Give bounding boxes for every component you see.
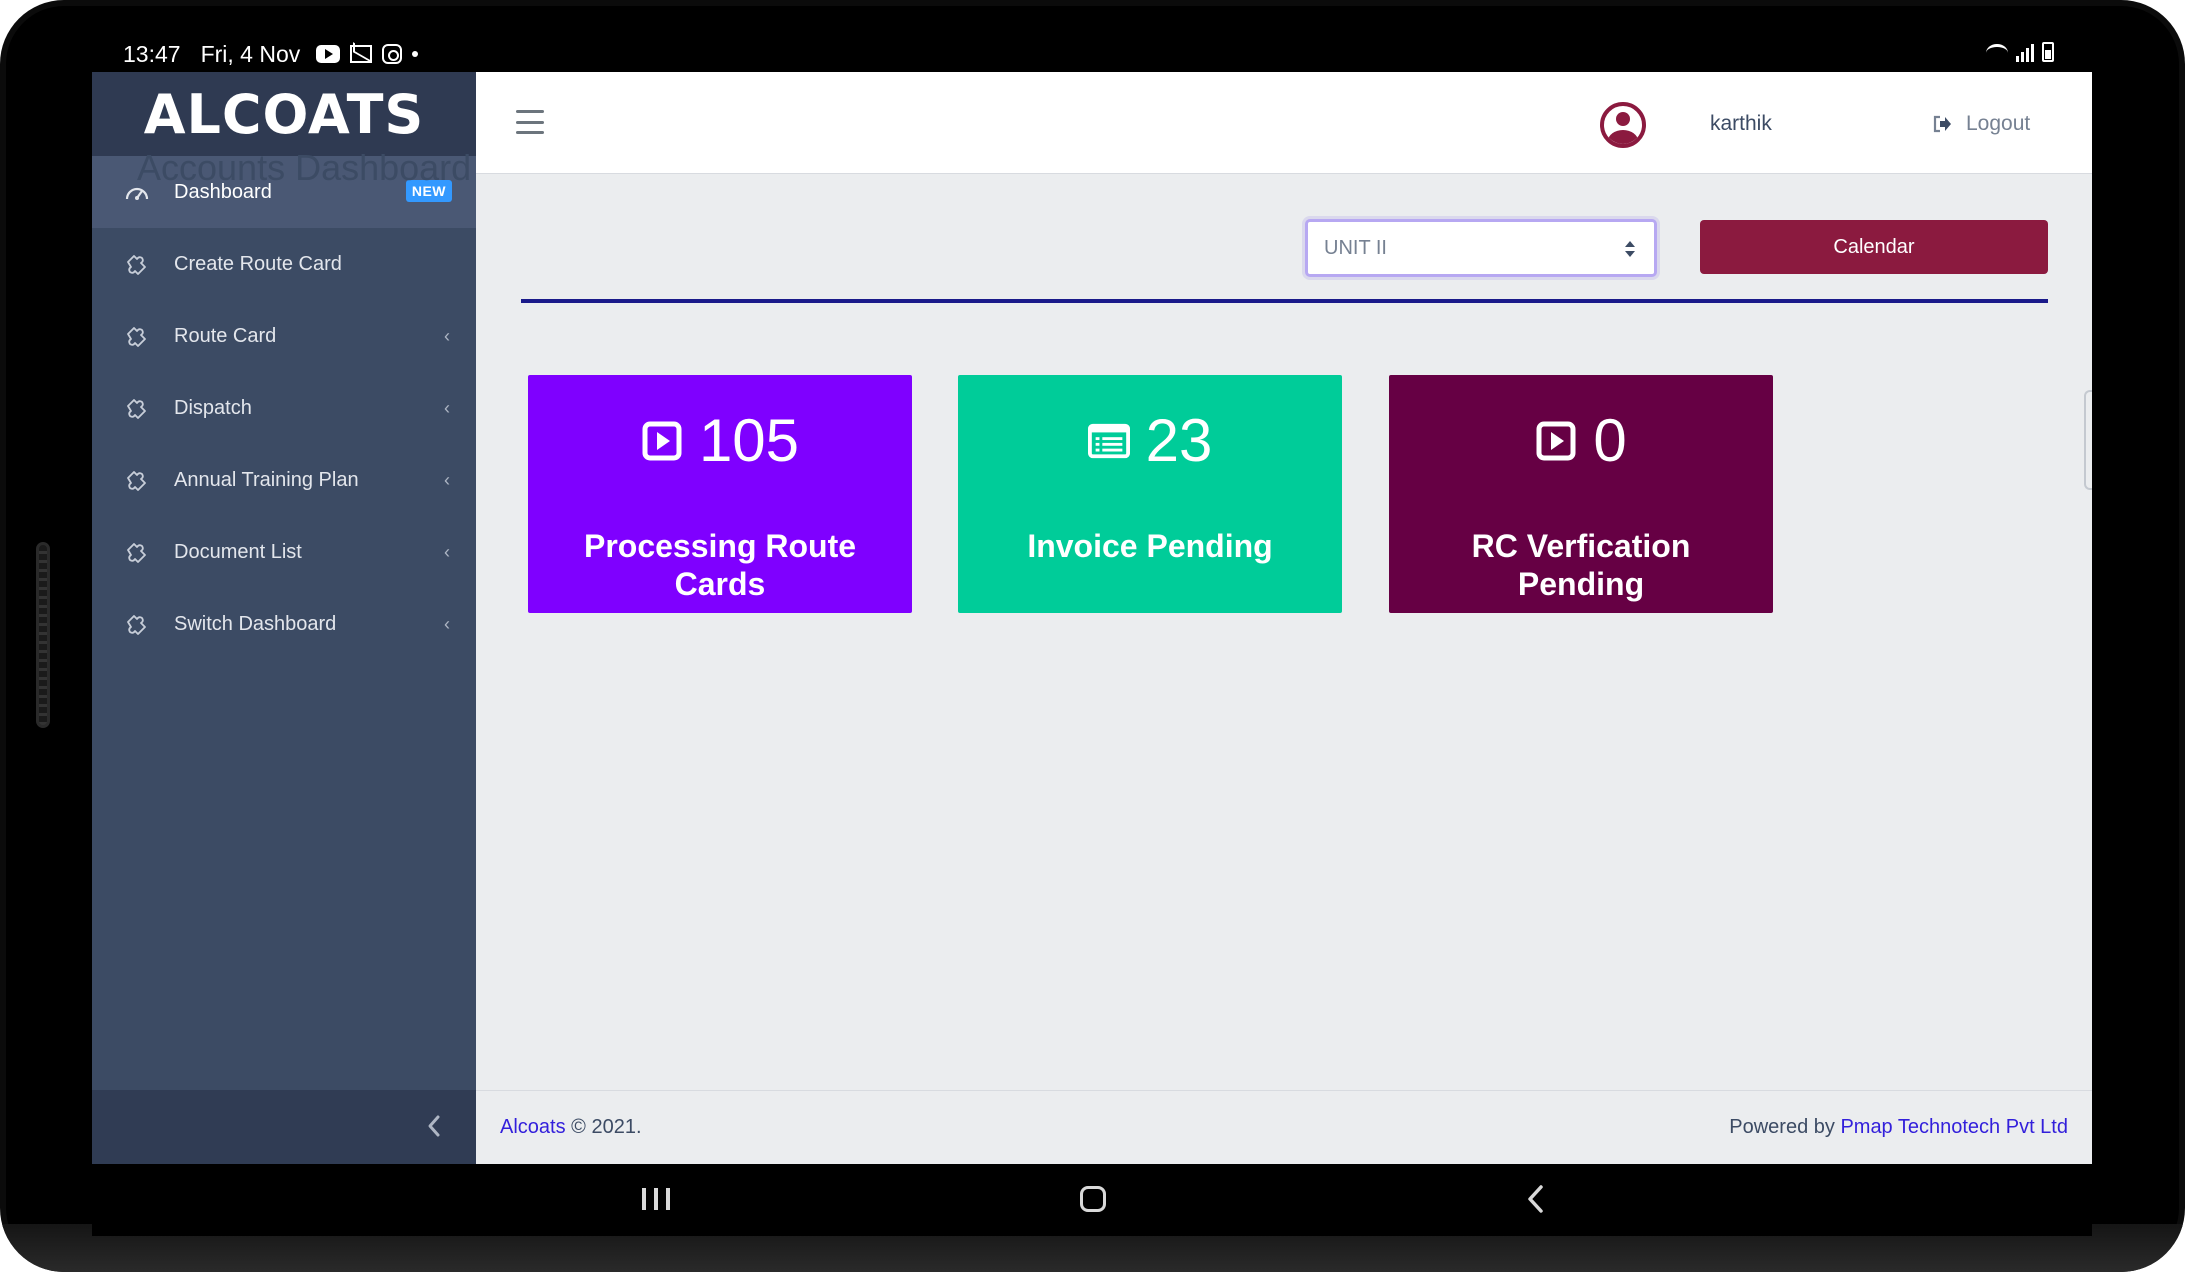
chevron-left-icon: ‹ [444,470,450,490]
footer-copyright-text: © 2021. [571,1116,642,1138]
puzzle-icon [122,611,152,637]
puzzle-icon [122,539,152,565]
top-header: karthik Logout [476,72,2092,174]
sidebar-item-label: Switch Dashboard [174,612,337,635]
unit-select-value: UNIT II [1324,236,1387,259]
chevron-left-icon [428,1115,440,1137]
sidebar-item-label: Dispatch [174,396,252,419]
stat-card-invoice-pending[interactable]: 23 Invoice Pending [958,375,1342,613]
footer-copyright: Alcoats © 2021. [500,1116,642,1139]
puzzle-icon [122,467,152,493]
sidebar-item-create-route-card[interactable]: Create Route Card [92,228,476,300]
home-icon[interactable] [1080,1186,1106,1212]
unit-select[interactable]: UNIT II [1305,219,1657,277]
brand-area[interactable]: ALCOATS [92,72,476,156]
card-count: 105 [698,407,800,474]
calendar-button[interactable]: Calendar [1700,220,2048,274]
status-date: Fri, 4 Nov [200,40,301,67]
status-bar: 13:47 Fri, 4 Nov [92,38,2092,70]
logout-label: Logout [1966,112,2031,135]
sidebar-minimize-button[interactable] [414,1106,454,1146]
play-square-icon [1535,420,1577,462]
signal-icon [2016,44,2034,62]
puzzle-icon [122,395,152,421]
chevron-left-icon: ‹ [444,614,450,634]
card-header: 0 [1389,411,1773,471]
youtube-icon [316,45,341,63]
card-count: 23 [1145,407,1213,474]
card-count: 0 [1593,407,1627,474]
app-screen: ALCOATS Dashboard NEW Create Route Card … [92,72,2092,1164]
scroll-handle[interactable] [2084,390,2092,490]
chevron-left-icon: ‹ [444,326,450,346]
battery-icon [2042,42,2054,62]
stat-card-processing-route-cards[interactable]: 105 Processing Route Cards [528,375,912,613]
chevron-left-icon: ‹ [444,398,450,418]
puzzle-icon [122,251,152,277]
sidebar-item-label: Create Route Card [174,252,342,275]
avatar[interactable] [1600,102,1646,148]
sidebar-item-label: Annual Training Plan [174,468,359,491]
username-label[interactable]: karthik [1710,112,1772,136]
gmail-icon [350,45,373,63]
system-status-icons [1986,42,2054,62]
hamburger-menu-icon[interactable] [516,110,544,134]
back-icon[interactable] [1526,1184,1544,1219]
status-time: 13:47 [123,40,181,67]
notification-icons [316,44,419,64]
card-header: 23 [958,411,1342,471]
instagram-icon [382,44,403,64]
recent-apps-icon[interactable] [642,1188,670,1210]
sidebar-item-switch-dashboard[interactable]: Switch Dashboard ‹ [92,588,476,660]
stat-card-rc-verification-pending[interactable]: 0 RC Verfication Pending [1389,375,1773,613]
sidebar: ALCOATS Dashboard NEW Create Route Card … [92,72,476,1164]
sidebar-item-route-card[interactable]: Route Card ‹ [92,300,476,372]
sidebar-item-document-list[interactable]: Document List ‹ [92,516,476,588]
footer-powered-by: Powered by Pmap Technotech Pvt Ltd [1729,1116,2068,1139]
logout-link[interactable]: Logout [1932,112,2030,136]
footer-powered-by-text: Powered by [1729,1116,1835,1138]
sidebar-item-annual-training-plan[interactable]: Annual Training Plan ‹ [92,444,476,516]
play-square-icon [641,420,683,462]
sidebar-footer [92,1090,476,1164]
sidebar-item-dispatch[interactable]: Dispatch ‹ [92,372,476,444]
card-label: RC Verfication Pending [1471,528,1691,602]
card-label: Invoice Pending [1027,528,1273,564]
logout-icon [1933,115,1951,133]
page-footer: Alcoats © 2021. Powered by Pmap Technote… [476,1090,2092,1164]
select-arrows-icon [1624,240,1636,264]
wifi-icon [1986,44,2008,62]
more-notifications-dot-icon [412,51,419,57]
card-header: 105 [528,411,912,471]
list-icon [1087,420,1130,462]
sidebar-item-label: Route Card [174,324,277,347]
card-label: Processing Route Cards [583,528,857,602]
puzzle-icon [122,323,152,349]
sidebar-item-label: Document List [174,540,302,563]
android-nav-bar [92,1164,2092,1236]
tablet-side-button [36,542,50,728]
brand-logo: ALCOATS [143,82,425,146]
footer-company-link[interactable]: Pmap Technotech Pvt Ltd [1840,1116,2068,1138]
footer-brand-link[interactable]: Alcoats [500,1116,566,1138]
chevron-left-icon: ‹ [444,542,450,562]
title-divider [521,299,2048,303]
page-title: Accounts Dashboard [137,147,472,188]
